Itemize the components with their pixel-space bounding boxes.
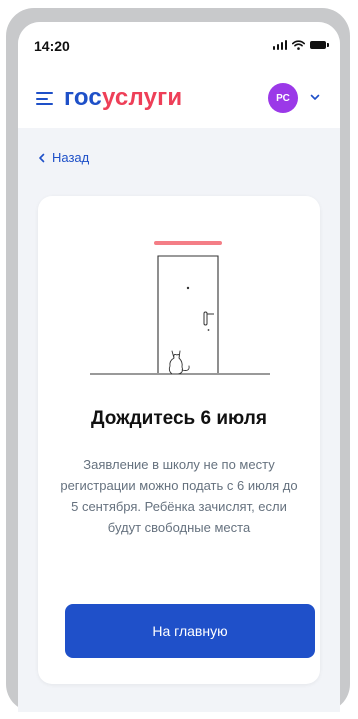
info-card: Дождитесь 6 июля Заявление в школу не по… bbox=[38, 196, 320, 684]
app-header: госуслуги РС bbox=[18, 68, 340, 128]
logo-part-uslugi: услуги bbox=[101, 84, 183, 111]
menu-icon[interactable] bbox=[36, 92, 53, 105]
signal-icon bbox=[272, 40, 287, 50]
back-link[interactable]: Назад bbox=[38, 150, 89, 165]
back-label: Назад bbox=[52, 150, 90, 165]
chevron-left-icon bbox=[39, 153, 45, 162]
gosuslugi-logo[interactable]: госуслуги bbox=[64, 84, 182, 112]
status-time: 14:20 bbox=[34, 38, 70, 54]
battery-icon bbox=[310, 41, 329, 49]
chevron-down-icon[interactable] bbox=[309, 91, 321, 103]
door-and-cat-illustration bbox=[90, 241, 270, 375]
status-bar: 14:20 bbox=[18, 22, 340, 68]
status-icons bbox=[272, 40, 329, 50]
card-title: Дождитесь 6 июля bbox=[91, 408, 267, 429]
card-description: Заявление в школу не по месту регистраци… bbox=[60, 457, 298, 535]
wifi-icon bbox=[292, 40, 305, 50]
logo-part-gos: гос bbox=[64, 84, 102, 111]
go-home-button[interactable]: На главную bbox=[65, 604, 315, 658]
phone-screen: 14:20 госуслуги РС Назад Дождитесь 6 июл… bbox=[18, 22, 340, 712]
avatar[interactable]: РС bbox=[268, 83, 298, 113]
